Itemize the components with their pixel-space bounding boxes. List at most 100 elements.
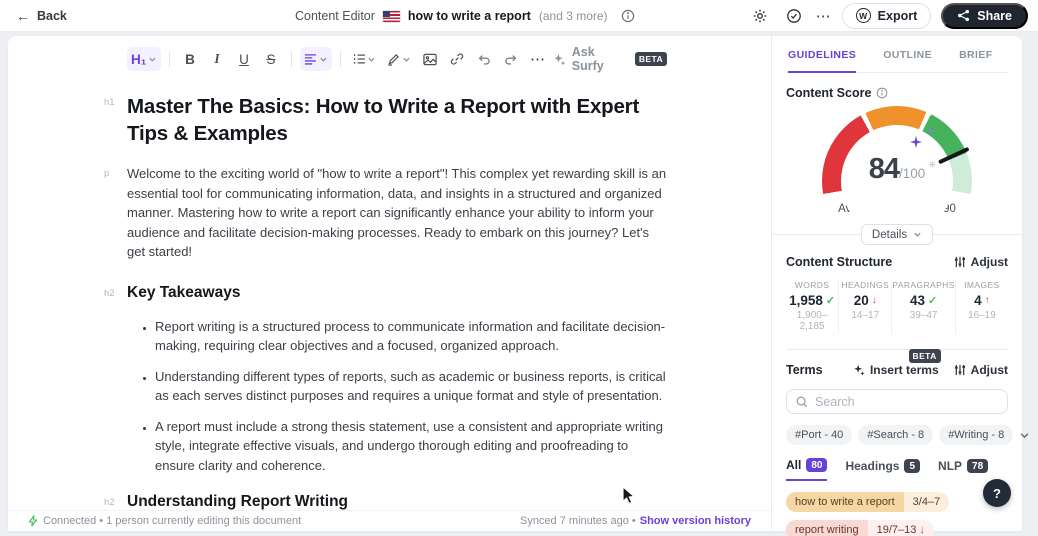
tab-headings-terms[interactable]: Headings 5 — [845, 458, 920, 481]
image-button[interactable] — [418, 47, 442, 71]
redo-button[interactable] — [499, 47, 523, 71]
underline-button[interactable]: U — [232, 47, 256, 71]
content-score-gauge: ✳ 84/100 — [807, 104, 987, 201]
back-button[interactable]: ← Back — [16, 8, 67, 24]
stat-paragraphs[interactable]: PARAGRAPHS 43✓ 39–47 — [891, 279, 954, 334]
terms-search-input[interactable]: Search — [786, 389, 1008, 414]
tab-outline[interactable]: OUTLINE — [883, 49, 932, 72]
settings-gear-icon[interactable] — [748, 4, 772, 28]
stat-images[interactable]: IMAGES 4↑ 16–19 — [955, 279, 1008, 334]
document-h1[interactable]: Master The Basics: How to Write a Report… — [127, 93, 667, 147]
term-tag-list: how to write a report 3/4–7 report writi… — [786, 492, 1008, 536]
strikethrough-button[interactable]: S — [259, 47, 283, 71]
terms-adjust-button[interactable]: Adjust — [954, 363, 1008, 377]
image-icon — [423, 53, 437, 66]
bullet-item[interactable]: Report writing is a structured process t… — [155, 317, 667, 356]
down-arrow-icon: ↓ — [919, 524, 925, 536]
tab-guidelines[interactable]: GUIDELINES — [788, 49, 856, 73]
bullet-item[interactable]: Understanding different types of reports… — [155, 367, 667, 406]
us-flag-icon — [383, 11, 400, 22]
italic-button[interactable]: I — [205, 47, 229, 71]
filter-chip[interactable]: #Search - 8 — [858, 425, 933, 445]
sparkle-icon — [910, 136, 922, 148]
document-bullet-list[interactable]: Report writing is a structured process t… — [127, 317, 667, 476]
undo-button[interactable] — [472, 47, 496, 71]
filters-expand-icon[interactable] — [1019, 430, 1030, 441]
bold-button[interactable]: B — [178, 47, 202, 71]
chevron-down-icon — [402, 55, 411, 64]
check-icon: ✓ — [928, 294, 937, 307]
list-button[interactable] — [349, 47, 381, 71]
tab-all-terms[interactable]: All 80 — [786, 458, 827, 481]
count-badge: 78 — [967, 459, 988, 473]
stat-words[interactable]: WORDS 1,958✓ 1,900–2,185 — [786, 279, 838, 334]
chevron-down-icon — [367, 55, 376, 64]
toolbar-more-button[interactable]: ⋯ — [526, 47, 550, 71]
check-circle-icon[interactable] — [782, 4, 806, 28]
block-type-label: h2 — [104, 288, 115, 299]
document-header: Content Editor how to write a report (an… — [295, 0, 640, 32]
more-options-button[interactable]: ⋯ — [816, 7, 832, 25]
sparkle-icon — [553, 53, 566, 66]
editor-toolbar: H₁ B I U S — [127, 46, 667, 72]
align-left-icon — [304, 53, 317, 65]
document-title[interactable]: how to write a report — [408, 9, 531, 23]
share-button[interactable]: Share — [941, 3, 1028, 29]
block-type-label: h1 — [104, 97, 115, 108]
beta-badge: BETA — [635, 52, 667, 66]
link-icon — [450, 52, 464, 66]
highlight-button[interactable] — [383, 47, 415, 71]
document-h2[interactable]: Key Takeaways — [127, 284, 667, 302]
bullet-item[interactable]: A report must include a strong thesis st… — [155, 417, 667, 476]
redo-icon — [504, 53, 518, 66]
align-button[interactable] — [300, 47, 332, 71]
tab-brief[interactable]: BRIEF — [959, 49, 993, 72]
filter-chip[interactable]: #Port - 40 — [786, 425, 852, 445]
term-tag[interactable]: how to write a report 3/4–7 — [786, 492, 949, 512]
document-more-count[interactable]: (and 3 more) — [539, 9, 608, 23]
top-bar: ← Back Content Editor how to write a rep… — [0, 0, 1038, 32]
top-bar-actions: ⋯ W Export Share — [748, 3, 1028, 29]
heading-style-label: H₁ — [131, 52, 146, 67]
share-label: Share — [977, 9, 1012, 23]
back-label: Back — [37, 9, 67, 23]
document-paragraph[interactable]: Welcome to the exciting world of "how to… — [127, 164, 667, 262]
undo-icon — [477, 53, 491, 66]
connection-status: Connected • 1 person currently editing t… — [43, 515, 301, 527]
sidebar-tabs: GUIDELINES OUTLINE BRIEF — [786, 42, 1008, 73]
insert-terms-button[interactable]: BETA Insert terms — [853, 363, 939, 377]
structure-adjust-button[interactable]: Adjust — [954, 255, 1008, 269]
chevron-down-icon — [148, 55, 157, 64]
score-value: 84 — [869, 153, 899, 185]
info-icon[interactable] — [876, 87, 888, 99]
app-title: Content Editor — [295, 9, 375, 23]
term-filters: #Port - 40 #Search - 8 #Writing - 8 — [786, 425, 1008, 445]
document-body[interactable]: h1 Master The Basics: How to Write a Rep… — [127, 93, 667, 531]
details-button[interactable]: Details — [861, 224, 933, 245]
heading-style-button[interactable]: H₁ — [127, 47, 161, 71]
info-icon[interactable] — [616, 4, 640, 28]
ask-surfy-button[interactable]: Ask Surfy BETA — [553, 45, 667, 73]
count-badge: 80 — [806, 458, 827, 472]
tab-nlp-terms[interactable]: NLP 78 — [938, 458, 988, 481]
wordpress-icon: W — [856, 8, 871, 23]
export-button[interactable]: W Export — [842, 3, 932, 29]
block-type-label: h2 — [104, 497, 115, 508]
terms-title: Terms — [786, 363, 823, 377]
toolbar-divider — [340, 51, 341, 67]
term-category-tabs: All 80 Headings 5 NLP 78 — [786, 458, 1008, 481]
link-button[interactable] — [445, 47, 469, 71]
toolbar-divider — [291, 51, 292, 67]
stat-headings[interactable]: HEADINGS 20↓ 14–17 — [838, 279, 891, 334]
sparkle-icon — [853, 364, 865, 376]
chevron-down-icon — [319, 55, 328, 64]
search-icon — [796, 396, 808, 408]
help-button[interactable]: ? — [983, 479, 1011, 507]
filter-chip[interactable]: #Writing - 8 — [939, 425, 1013, 445]
document-h2[interactable]: Understanding Report Writing — [127, 493, 667, 511]
score-max: /100 — [899, 166, 925, 181]
sparkle-icon — [927, 128, 934, 135]
back-arrow-icon: ← — [16, 8, 30, 24]
version-history-link[interactable]: Show version history — [640, 515, 751, 527]
term-tag[interactable]: report writing 19/7–13↓ — [786, 520, 934, 536]
